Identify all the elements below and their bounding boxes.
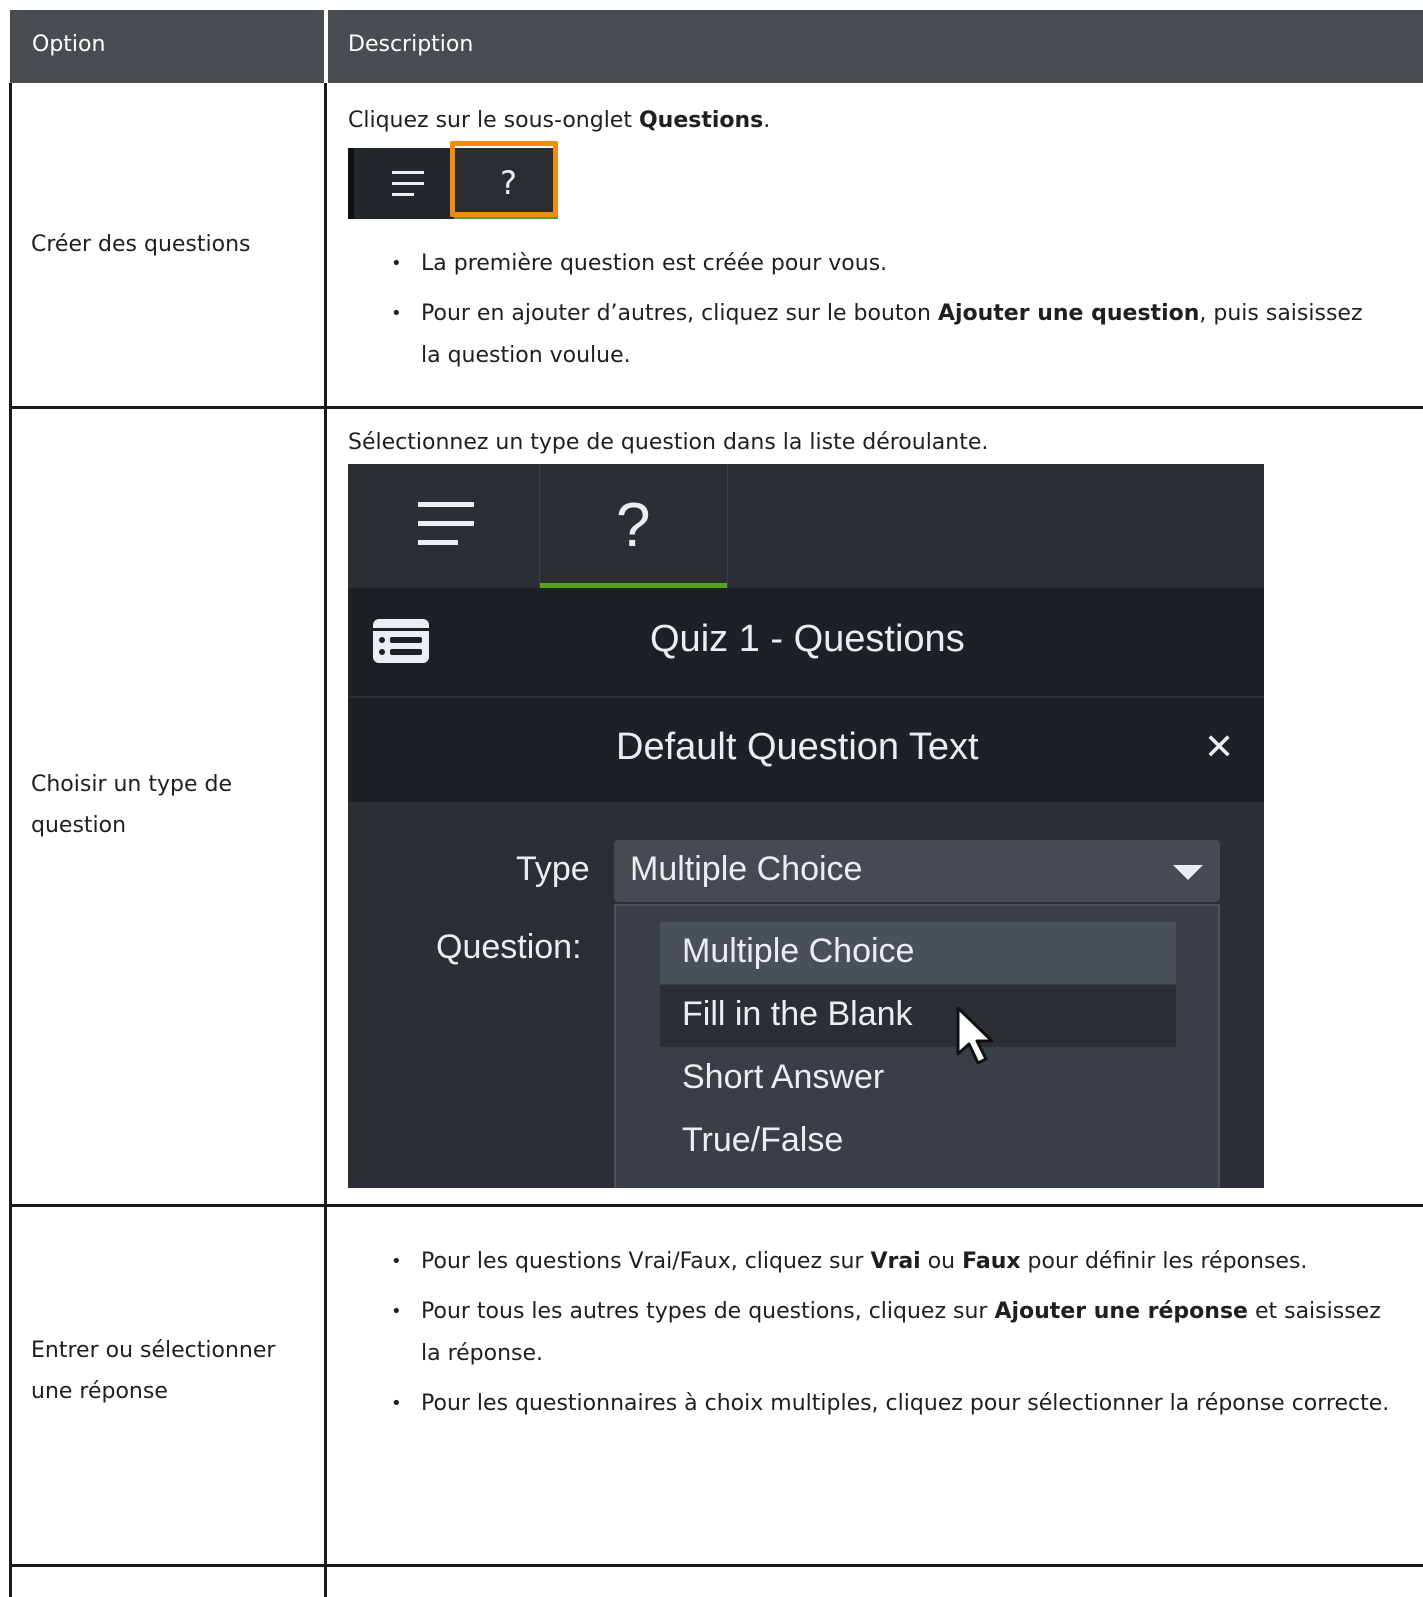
row1-intro: Cliquez sur le sous-onglet Questions. <box>348 108 771 133</box>
row3-bullets: Pour les questions Vrai/Faux, cliquez su… <box>391 1241 1397 1433</box>
row-option-enter-answer: Entrer ou sélectionner une réponse <box>31 1330 275 1412</box>
column-divider <box>324 83 327 1597</box>
question-title: Default Question Text <box>616 726 979 768</box>
chevron-down-icon <box>1173 865 1203 880</box>
row-divider-1 <box>9 406 1423 409</box>
dropdown-option-short-answer[interactable]: Short Answer <box>660 1048 1176 1110</box>
options-table: Option Description Créer des questions C… <box>0 0 1423 1597</box>
list-item: Pour tous les autres types de questions,… <box>391 1291 1397 1375</box>
list-item: La première question est créée pour vous… <box>391 243 1381 285</box>
option-label: True/False <box>682 1121 844 1159</box>
close-icon[interactable]: ✕ <box>1204 726 1234 768</box>
option-line: question <box>31 813 127 838</box>
option-label: Multiple Choice <box>682 932 915 970</box>
quiz-list-icon <box>373 619 429 663</box>
list-item: Pour en ajouter d’autres, cliquez sur le… <box>391 293 1381 377</box>
list-item: Pour les questions Vrai/Faux, cliquez su… <box>391 1241 1397 1283</box>
type-dropdown-list: Multiple Choice Fill in the Blank Short … <box>614 904 1220 1188</box>
left-border <box>9 83 12 1597</box>
cursor-pointer-icon <box>956 1006 994 1065</box>
highlight-frame <box>450 141 558 217</box>
row-option-create-questions: Créer des questions <box>31 232 251 257</box>
header-divider <box>324 10 328 83</box>
option-line: une réponse <box>31 1379 168 1404</box>
menu-lines-icon[interactable] <box>416 500 478 550</box>
header-option: Option <box>32 32 106 57</box>
row1-bullets: La première question est créée pour vous… <box>391 243 1381 385</box>
option-line: Choisir un type de <box>31 772 233 797</box>
table-header: Option Description <box>10 10 1423 83</box>
dropdown-option-multiple-choice[interactable]: Multiple Choice <box>660 922 1176 984</box>
option-label: Short Answer <box>682 1058 885 1096</box>
subtab-properties[interactable] <box>354 148 454 219</box>
question-mark-icon: ? <box>616 491 651 560</box>
row-divider-2 <box>9 1204 1423 1207</box>
dropdown-option-true-false[interactable]: True/False <box>660 1111 1176 1173</box>
option-line: Entrer ou sélectionner <box>31 1338 276 1363</box>
type-select[interactable]: Multiple Choice <box>614 840 1220 902</box>
type-label: Type <box>516 850 590 888</box>
row2-intro: Sélectionnez un type de question dans la… <box>348 430 989 455</box>
row-option-choose-type: Choisir un type de question <box>31 764 232 846</box>
header-description: Description <box>348 32 474 57</box>
panel-tab-bar: ? <box>348 464 1264 588</box>
dropdown-option-fill-in-blank[interactable]: Fill in the Blank <box>660 985 1176 1047</box>
row-divider-3 <box>9 1564 1423 1567</box>
quiz-title-bar: Quiz 1 - Questions <box>348 588 1264 696</box>
tab-questions[interactable]: ? <box>539 464 728 588</box>
question-header-bar: Default Question Text ✕ <box>348 698 1264 802</box>
question-label: Question: <box>436 928 582 966</box>
menu-lines-icon <box>392 171 424 196</box>
list-item: Pour les questionnaires à choix multiple… <box>391 1383 1397 1425</box>
quiz-title: Quiz 1 - Questions <box>650 618 965 660</box>
option-label: Fill in the Blank <box>682 995 913 1033</box>
type-select-value: Multiple Choice <box>630 850 863 888</box>
quiz-panel-screenshot: ? Quiz 1 - Questions Default Question Te… <box>348 464 1264 1188</box>
